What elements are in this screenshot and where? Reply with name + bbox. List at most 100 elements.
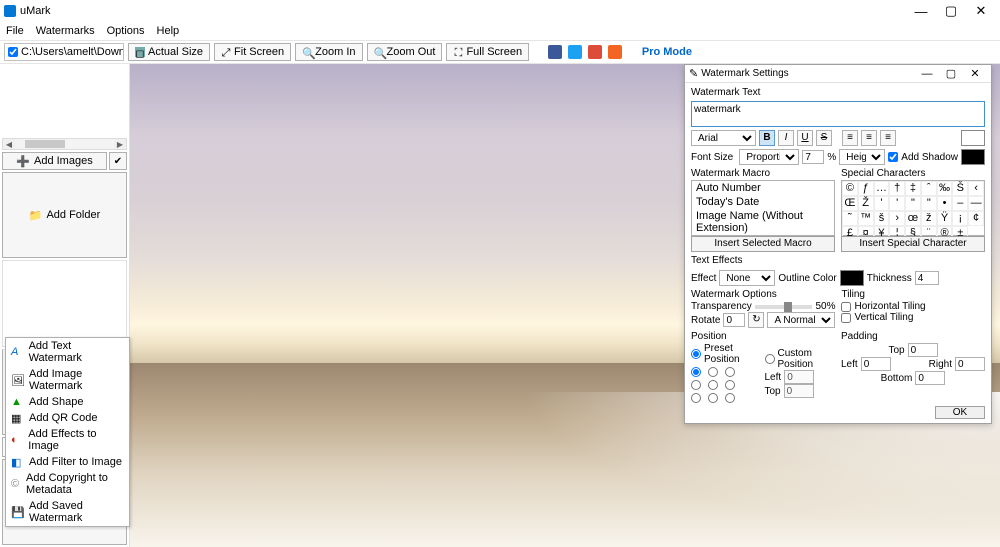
menu-add-filter[interactable]: ◧Add Filter to Image (6, 454, 129, 470)
align-center-button[interactable]: ≡ (861, 130, 877, 146)
proportional-select[interactable]: Proportional (739, 149, 799, 165)
char-cell[interactable]: Œ (842, 196, 858, 211)
char-cell[interactable]: © (842, 181, 858, 196)
dialog-close-button[interactable]: ✕ (963, 67, 987, 80)
pad-right-input[interactable] (955, 357, 985, 371)
fit-screen-button[interactable]: ⤢Fit Screen (214, 43, 291, 61)
char-cell[interactable]: ‰ (937, 181, 953, 196)
pos-bl[interactable] (691, 393, 701, 403)
pro-mode-link[interactable]: Pro Mode (642, 46, 692, 58)
menu-add-text-watermark[interactable]: AAdd Text Watermark (6, 338, 129, 366)
dialog-minimize-button[interactable]: — (915, 68, 939, 80)
char-cell[interactable]: … (874, 181, 890, 196)
pos-br[interactable] (725, 393, 735, 403)
char-cell[interactable]: ƒ (858, 181, 874, 196)
twitter-icon[interactable] (568, 45, 582, 59)
thickness-input[interactable] (915, 271, 939, 285)
shadow-color-swatch[interactable] (961, 149, 985, 165)
bold-button[interactable]: B (759, 130, 775, 146)
macro-item[interactable]: Image Name (Without Extension) (692, 209, 834, 235)
char-cell[interactable]: — (968, 196, 984, 211)
macro-item[interactable]: Today's Date (692, 195, 834, 209)
zoom-in-button[interactable]: 🔍Zoom In (295, 43, 362, 61)
char-cell[interactable]: Ÿ (937, 211, 953, 226)
watermark-text-input[interactable]: watermark (691, 101, 985, 127)
ok-button[interactable]: OK (935, 406, 985, 419)
pos-mc[interactable] (708, 380, 718, 390)
char-cell[interactable]: Š (952, 181, 968, 196)
menu-add-effects[interactable]: ◐Add Effects to Image (6, 426, 129, 454)
thumb-scrollbar[interactable]: ◀ ▶ (2, 138, 127, 150)
insert-char-button[interactable]: Insert Special Character (841, 236, 985, 252)
add-folder-button[interactable]: 📁Add Folder (2, 172, 127, 258)
char-cell[interactable]: ¡ (952, 211, 968, 226)
menu-add-copyright[interactable]: ©Add Copyright to Metadata (6, 470, 129, 498)
add-images-checkbox[interactable]: ✔ (109, 152, 127, 170)
menu-file[interactable]: File (6, 25, 24, 37)
outline-color-swatch[interactable] (840, 270, 864, 286)
path-checkbox[interactable] (8, 47, 18, 57)
char-cell[interactable]: " (905, 196, 921, 211)
char-cell[interactable]: ™ (858, 211, 874, 226)
char-cell[interactable]: • (937, 196, 953, 211)
h-tiling-checkbox[interactable] (841, 302, 851, 312)
normal-select[interactable]: A Normal (767, 312, 835, 328)
pos-bc[interactable] (708, 393, 718, 403)
menu-options[interactable]: Options (107, 25, 145, 37)
facebook-icon[interactable] (548, 45, 562, 59)
custom-radio[interactable] (765, 354, 775, 364)
scroll-left-icon[interactable]: ◀ (3, 140, 15, 149)
char-cell[interactable]: ž (921, 211, 937, 226)
menu-add-shape[interactable]: ▲Add Shape (6, 394, 129, 410)
char-cell[interactable]: – (952, 196, 968, 211)
special-char-grid[interactable]: ©ƒ…†‡ˆ‰Š‹ŒŽ''""•–—˜™š›œžŸ¡¢£¤¥¦§¨®± (841, 180, 985, 236)
scroll-right-icon[interactable]: ▶ (114, 140, 126, 149)
size-value-input[interactable] (802, 150, 824, 164)
minimize-button[interactable]: — (906, 4, 936, 19)
close-button[interactable]: ✕ (966, 3, 996, 19)
gplus-icon[interactable] (588, 45, 602, 59)
char-cell[interactable]: › (889, 211, 905, 226)
char-cell[interactable]: ˜ (842, 211, 858, 226)
font-select[interactable]: Arial (691, 130, 756, 146)
dialog-maximize-button[interactable]: ▢ (939, 67, 963, 80)
char-cell[interactable]: œ (905, 211, 921, 226)
pos-tl[interactable] (691, 367, 701, 377)
macro-item[interactable]: Auto Number (692, 181, 834, 195)
height-select[interactable]: Height (839, 149, 885, 165)
maximize-button[interactable]: ▢ (936, 3, 966, 19)
strike-button[interactable]: S (816, 130, 832, 146)
pad-left-input[interactable] (861, 357, 891, 371)
macro-list[interactable]: Auto Number Today's Date Image Name (Wit… (691, 180, 835, 236)
char-cell[interactable]: š (874, 211, 890, 226)
preset-radio[interactable] (691, 349, 701, 359)
pos-tr[interactable] (725, 367, 735, 377)
char-cell[interactable]: ' (874, 196, 890, 211)
char-cell[interactable]: " (921, 196, 937, 211)
char-cell[interactable]: ‡ (905, 181, 921, 196)
char-cell[interactable]: Ž (858, 196, 874, 211)
path-box[interactable]: C:\Users\amelt\Downloads\frank-n (4, 43, 124, 61)
text-color-swatch[interactable] (961, 130, 985, 146)
menu-add-saved[interactable]: 💾Add Saved Watermark (6, 498, 129, 526)
menu-add-image-watermark[interactable]: 🖼Add Image Watermark (6, 366, 129, 394)
rotate-input[interactable] (723, 313, 745, 327)
zoom-out-button[interactable]: 🔍Zoom Out (367, 43, 443, 61)
char-cell[interactable]: ¢ (968, 211, 984, 226)
italic-button[interactable]: I (778, 130, 794, 146)
char-cell[interactable]: ‹ (968, 181, 984, 196)
menu-watermarks[interactable]: Watermarks (36, 25, 95, 37)
effect-select[interactable]: None (719, 270, 775, 286)
full-screen-button[interactable]: ⛶Full Screen (446, 43, 529, 61)
underline-button[interactable]: U (797, 130, 813, 146)
transparency-slider[interactable] (755, 305, 813, 309)
pad-top-input[interactable] (908, 343, 938, 357)
add-images-button[interactable]: ➕Add Images (2, 152, 107, 170)
pad-bottom-input[interactable] (915, 371, 945, 385)
pos-mr[interactable] (725, 380, 735, 390)
insert-macro-button[interactable]: Insert Selected Macro (691, 236, 835, 252)
char-cell[interactable]: ' (889, 196, 905, 211)
pos-tc[interactable] (708, 367, 718, 377)
menu-help[interactable]: Help (157, 25, 180, 37)
menu-add-qr-code[interactable]: ▦Add QR Code (6, 410, 129, 426)
